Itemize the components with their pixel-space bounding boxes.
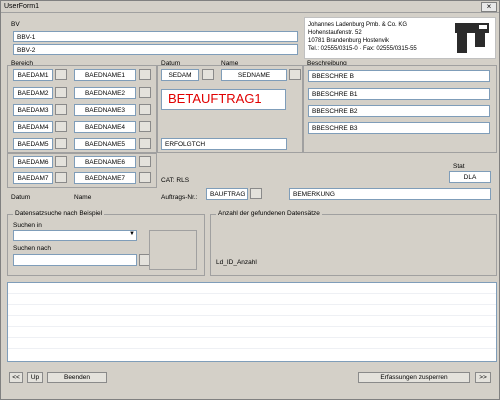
auftrag-field[interactable]: BAUFTRAG	[206, 188, 248, 200]
bereich-code-5[interactable]: BAEDAM5	[13, 138, 53, 150]
last-button[interactable]: >>	[475, 372, 491, 383]
close-button[interactable]: ×	[481, 2, 497, 12]
bereich-code-6-button[interactable]	[55, 156, 67, 167]
bereich-name-7-button[interactable]	[139, 172, 151, 183]
company-line-4: Tel.: 02555/0315-0 · Fax: 02555/0315-55	[308, 46, 417, 52]
up-button[interactable]: Up	[27, 372, 43, 383]
bereich-name-5[interactable]: BAEDNAME5	[74, 138, 136, 150]
bereich-code-7-button[interactable]	[55, 172, 67, 183]
beschreibung-field-3[interactable]: BBESCHRE B2	[308, 105, 490, 117]
bereich-code-3-button[interactable]	[55, 104, 67, 115]
bereich-name-3-button[interactable]	[139, 104, 151, 115]
datum-field[interactable]: SEDAM	[161, 69, 199, 81]
company-line-3: 10781 Brandenburg Hostenvik	[308, 38, 390, 44]
auftrag-button[interactable]	[250, 188, 262, 199]
beschreibung-field-4[interactable]: BBESCHRE B3	[308, 122, 490, 134]
status-label: Stat	[453, 163, 465, 170]
beenden-button[interactable]: Beenden	[47, 372, 107, 383]
search-title: Datensatzsuche nach Beispiel	[13, 210, 105, 217]
chevron-down-icon[interactable]: ▼	[129, 231, 135, 237]
status-field[interactable]: DLA	[449, 171, 491, 183]
bv2-field[interactable]: BBV-2	[13, 44, 298, 55]
bereich-code-7[interactable]: BAEDAM7	[13, 172, 53, 184]
count-panel	[210, 214, 497, 276]
send-button[interactable]: Erfassungen zusperren	[358, 372, 470, 383]
bereich-name-2[interactable]: BAEDNAME2	[74, 87, 136, 99]
bereich-code-6[interactable]: BAEDAM6	[13, 156, 53, 168]
bereich-name-2-button[interactable]	[139, 87, 151, 98]
bereich-name-5-button[interactable]	[139, 138, 151, 149]
name-button[interactable]	[289, 69, 301, 80]
userform-window: UserForm1 × BV BBV-1 BBV-2 Johannes Lade…	[0, 0, 500, 400]
prev-button[interactable]: <<	[9, 372, 23, 383]
erfolgt-field[interactable]: ERFOLGTCH	[161, 138, 287, 150]
bereich-code-3[interactable]: BAEDAM3	[13, 104, 53, 116]
title-bar: UserForm1 ×	[1, 1, 499, 13]
search-preview-box	[149, 230, 197, 270]
name-field[interactable]: SEDNAME	[221, 69, 287, 81]
bereich-code-1[interactable]: BAEDAM1	[13, 69, 53, 81]
bereich-name-7[interactable]: BAEDNAME7	[74, 172, 136, 184]
company-line-2: Hohenstaufenstr. 52	[308, 30, 362, 36]
bereich-name-4[interactable]: BAEDNAME4	[74, 121, 136, 133]
bereich-name-3[interactable]: BAEDNAME3	[74, 104, 136, 116]
bv1-field[interactable]: BBV-1	[13, 31, 298, 42]
bereich-code-4[interactable]: BAEDAM4	[13, 121, 53, 133]
datum-button[interactable]	[202, 69, 214, 80]
auftrag-label: Auftrags-Nr.:	[161, 194, 198, 201]
bv-label: BV	[11, 21, 20, 28]
bereich-name-6-button[interactable]	[139, 156, 151, 167]
bottom-datum-label: Datum	[11, 194, 31, 201]
results-list[interactable]	[7, 282, 497, 362]
bereich-name-4-button[interactable]	[139, 121, 151, 132]
bereich-name-1[interactable]: BAEDNAME1	[74, 69, 136, 81]
count-value: Ld_ID_Anzahl	[216, 259, 257, 266]
search-nach-input[interactable]	[13, 254, 137, 266]
company-logo-icon	[455, 23, 489, 53]
bereich-name-6[interactable]: BAEDNAME6	[74, 156, 136, 168]
auftrag-banner: BETAUFTRAG1	[161, 89, 286, 110]
bereich-name-1-button[interactable]	[139, 69, 151, 80]
bereich-code-2-button[interactable]	[55, 87, 67, 98]
bereich-code-1-button[interactable]	[55, 69, 67, 80]
bereich-code-5-button[interactable]	[55, 138, 67, 149]
beschreibung-field-1[interactable]: BBESCHRE B	[308, 70, 490, 82]
bereich-code-2[interactable]: BAEDAM2	[13, 87, 53, 99]
search-in-label: Suchen in	[13, 222, 42, 229]
bottom-name-label: Name	[74, 194, 92, 201]
beschreibung-field-2[interactable]: BBESCHRE B1	[308, 88, 490, 100]
bereich-code-4-button[interactable]	[55, 121, 67, 132]
search-nach-label: Suchen nach	[13, 245, 51, 252]
window-title: UserForm1	[4, 3, 40, 10]
count-title: Anzahl der gefundenen Datensätze	[216, 210, 322, 217]
cat-label: CAT: RLS	[161, 177, 190, 184]
bemerkung-field[interactable]: BEMERKUNG	[289, 188, 491, 200]
company-line-1: Johannes Ladenburg Pmb. & Co. KG	[308, 22, 408, 28]
search-in-select[interactable]	[13, 230, 137, 241]
